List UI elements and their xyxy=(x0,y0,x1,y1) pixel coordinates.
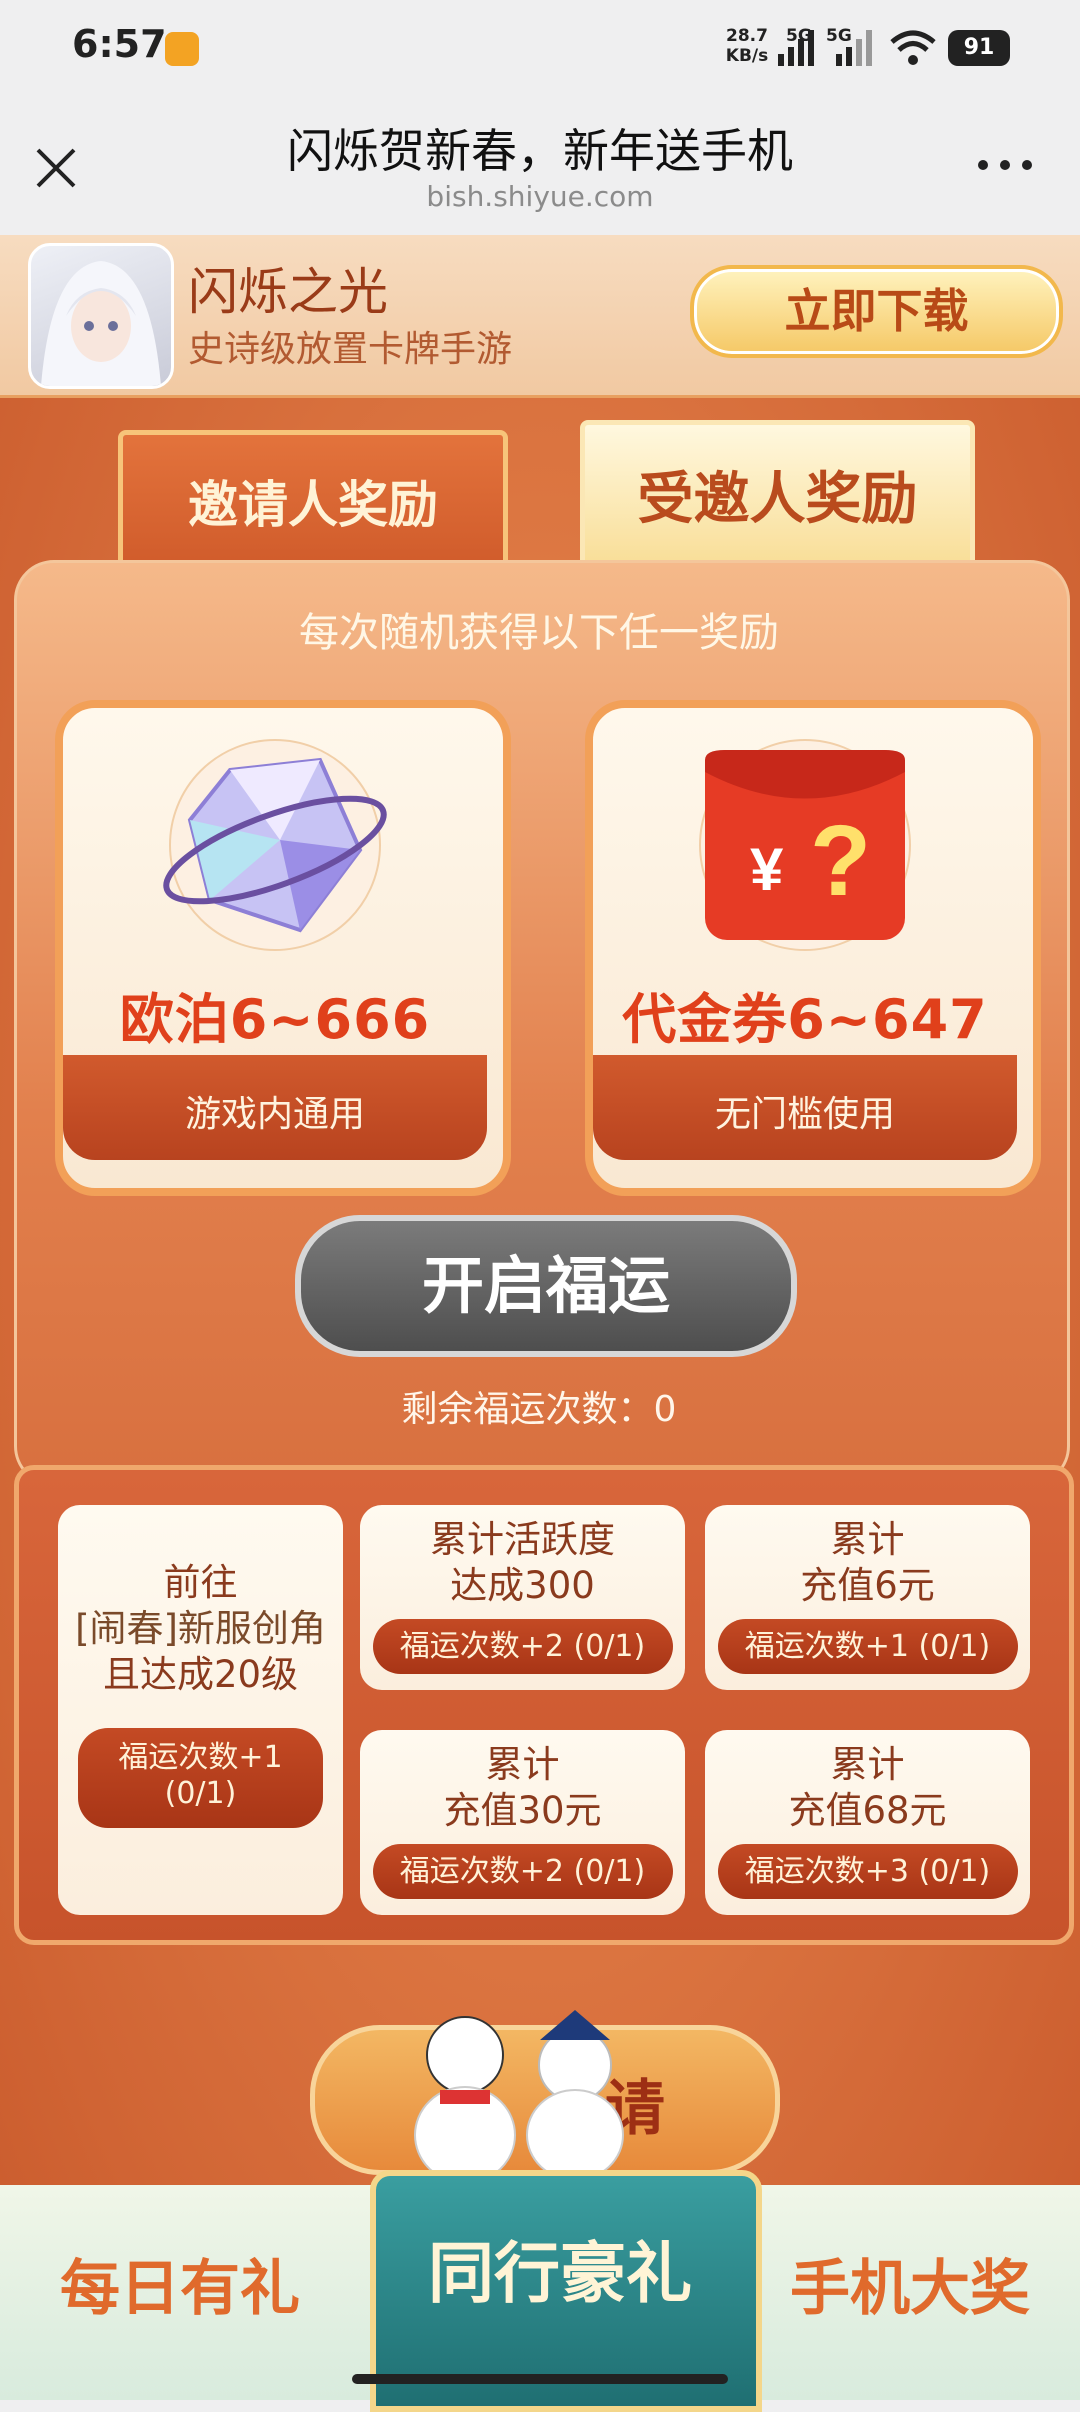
task-title-line: 累计 xyxy=(830,1743,905,1786)
remaining-fortune-count: 剩余福运次数：0 xyxy=(401,1389,677,1430)
task-title-line: 累计 xyxy=(830,1518,905,1561)
character-portrait-icon xyxy=(41,261,161,386)
wifi-icon xyxy=(890,30,936,65)
task-reward-button[interactable]: 福运次数+1 (0/1) xyxy=(78,1728,323,1828)
task-title-line: 前往 xyxy=(163,1561,238,1604)
task-card-recharge-30: 累计 充值30元 福运次数+2 (0/1) xyxy=(360,1730,685,1915)
network-speed-value: 28.7 xyxy=(726,26,768,46)
red-envelope-icon: ¥ ? xyxy=(699,739,911,951)
task-title-line: [闹春]新服创角 xyxy=(75,1607,326,1650)
crystal-icon xyxy=(163,739,387,951)
reward-note-opal: 游戏内通用 xyxy=(184,1094,365,1135)
close-icon[interactable] xyxy=(28,140,84,196)
reward-heading: 每次随机获得以下任一奖励 xyxy=(299,610,779,656)
svg-text:¥: ¥ xyxy=(750,836,784,903)
battery-indicator: 91 xyxy=(948,30,1010,66)
task-title-line: 达成300 xyxy=(450,1564,595,1607)
more-options-icon[interactable] xyxy=(975,150,1035,180)
task-reward-progress: (0/1) xyxy=(164,1776,237,1811)
game-avatar xyxy=(28,243,174,389)
task-title-line: 充值6元 xyxy=(800,1564,935,1607)
tab-invitee-rewards[interactable]: 受邀人奖励 xyxy=(580,420,975,580)
task-card-recharge-68: 累计 充值68元 福运次数+3 (0/1) xyxy=(705,1730,1030,1915)
game-name: 闪烁之光 xyxy=(188,263,388,321)
signal-icon xyxy=(778,30,814,66)
game-description: 史诗级放置卡牌手游 xyxy=(188,329,513,370)
svg-text:?: ? xyxy=(810,805,871,917)
task-title-line: 充值30元 xyxy=(443,1789,602,1832)
nav-phone-prize[interactable]: 手机大奖 xyxy=(760,2240,1060,2327)
task-reward-label: 福运次数+1 xyxy=(118,1740,283,1775)
network-speed-unit: KB/s xyxy=(725,46,769,66)
nav-together-gift[interactable]: 同行豪礼 xyxy=(370,2220,750,2316)
snowman-characters-icon xyxy=(414,2010,624,2184)
task-title-line: 充值68元 xyxy=(788,1789,947,1832)
network-speed: 28.7 KB/s xyxy=(712,26,782,66)
task-card-recharge-6: 累计 充值6元 福运次数+1 (0/1) xyxy=(705,1505,1030,1690)
task-title-line: 累计活跃度 xyxy=(430,1518,615,1561)
tab-inviter-rewards[interactable]: 邀请人奖励 xyxy=(118,430,508,580)
page-url: bish.shiyue.com xyxy=(426,180,654,213)
task-reward-button[interactable]: 福运次数+2 (0/1) xyxy=(372,1844,673,1899)
task-card-new-server: 前往 [闹春]新服创角 且达成20级 福运次数+1 (0/1) xyxy=(58,1505,343,1915)
task-title-line: 且达成20级 xyxy=(102,1653,299,1696)
reward-value-voucher: 代金券6~647 xyxy=(622,988,988,1051)
home-indicator xyxy=(352,2374,728,2384)
page-title: 闪烁贺新春，新年送手机 xyxy=(287,124,793,178)
task-card-activity: 累计活跃度 达成300 福运次数+2 (0/1) xyxy=(360,1505,685,1690)
task-reward-button[interactable]: 福运次数+1 (0/1) xyxy=(717,1619,1018,1674)
reward-note-voucher: 无门槛使用 xyxy=(714,1094,895,1135)
task-reward-button[interactable]: 福运次数+3 (0/1) xyxy=(717,1844,1018,1899)
download-button[interactable]: 立即下载 xyxy=(690,265,1063,358)
reward-value-opal: 欧泊6~666 xyxy=(119,988,431,1051)
status-time: 6:57 xyxy=(72,22,167,66)
open-fortune-button[interactable]: 开启福运 xyxy=(295,1215,797,1357)
app-notification-icon xyxy=(165,32,199,66)
nav-daily-gift[interactable]: 每日有礼 xyxy=(30,2240,330,2327)
signal-icon-2 xyxy=(836,30,872,66)
task-title-line: 累计 xyxy=(485,1743,560,1786)
task-reward-button[interactable]: 福运次数+2 (0/1) xyxy=(372,1619,673,1674)
